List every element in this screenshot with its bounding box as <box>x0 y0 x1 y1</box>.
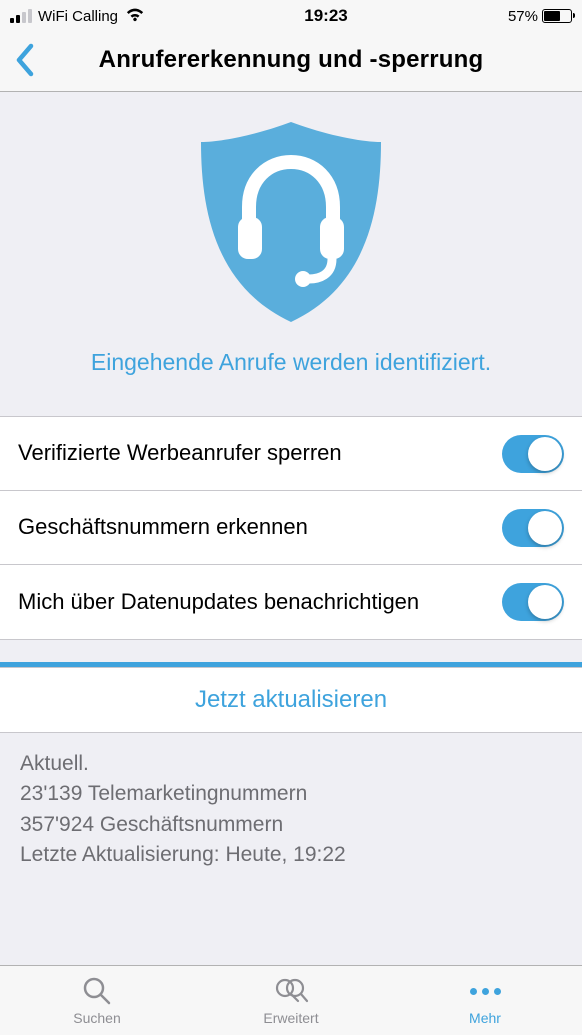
more-icon <box>470 975 501 1007</box>
status-line: 357'924 Geschäftsnummern <box>20 810 562 840</box>
tab-label: Mehr <box>469 1010 501 1026</box>
toggle-notify-updates[interactable] <box>502 583 564 621</box>
setting-label: Verifizierte Werbeanrufer sperren <box>18 439 354 468</box>
tab-label: Erweitert <box>263 1010 318 1026</box>
tab-bar: Suchen Erweitert Mehr <box>0 965 582 1035</box>
nav-header: Anrufererkennung und -sperrung <box>0 28 582 92</box>
tab-more[interactable]: Mehr <box>388 966 582 1035</box>
setting-detect-business: Geschäftsnummern erkennen <box>0 491 582 565</box>
shield-headset-icon <box>191 117 391 327</box>
settings-group: Verifizierte Werbeanrufer sperren Geschä… <box>0 416 582 640</box>
setting-block-spam: Verifizierte Werbeanrufer sperren <box>0 417 582 491</box>
tab-advanced[interactable]: Erweitert <box>194 966 388 1035</box>
status-bar: WiFi Calling 19:23 57% <box>0 0 582 28</box>
status-line: Aktuell. <box>20 749 562 779</box>
tab-search[interactable]: Suchen <box>0 966 194 1035</box>
toggle-detect-business[interactable] <box>502 509 564 547</box>
status-right: 57% <box>508 8 572 25</box>
tab-label: Suchen <box>73 1010 120 1026</box>
search-icon <box>82 975 112 1007</box>
setting-label: Mich über Datenupdates benachrichtigen <box>18 588 431 617</box>
status-line: 23'139 Telemarketingnummern <box>20 779 562 809</box>
setting-notify-updates: Mich über Datenupdates benachrichtigen <box>0 565 582 639</box>
toggle-block-spam[interactable] <box>502 435 564 473</box>
hero-status-text: Eingehende Anrufe werden identifiziert. <box>20 349 562 376</box>
database-status: Aktuell. 23'139 Telemarketingnummern 357… <box>0 733 582 887</box>
carrier-label: WiFi Calling <box>38 8 118 25</box>
status-left: WiFi Calling <box>10 5 144 28</box>
setting-label: Geschäftsnummern erkennen <box>18 513 320 542</box>
wifi-icon <box>124 5 144 28</box>
hero-section: Eingehende Anrufe werden identifiziert. <box>0 92 582 416</box>
advanced-search-icon <box>273 975 309 1007</box>
update-now-button[interactable]: Jetzt aktualisieren <box>0 667 582 733</box>
status-line: Letzte Aktualisierung: Heute, 19:22 <box>20 840 562 870</box>
signal-strength-icon <box>10 9 32 23</box>
page-title: Anrufererkennung und -sperrung <box>0 46 582 74</box>
battery-percent: 57% <box>508 8 538 25</box>
battery-icon <box>542 9 572 23</box>
clock: 19:23 <box>304 6 347 26</box>
